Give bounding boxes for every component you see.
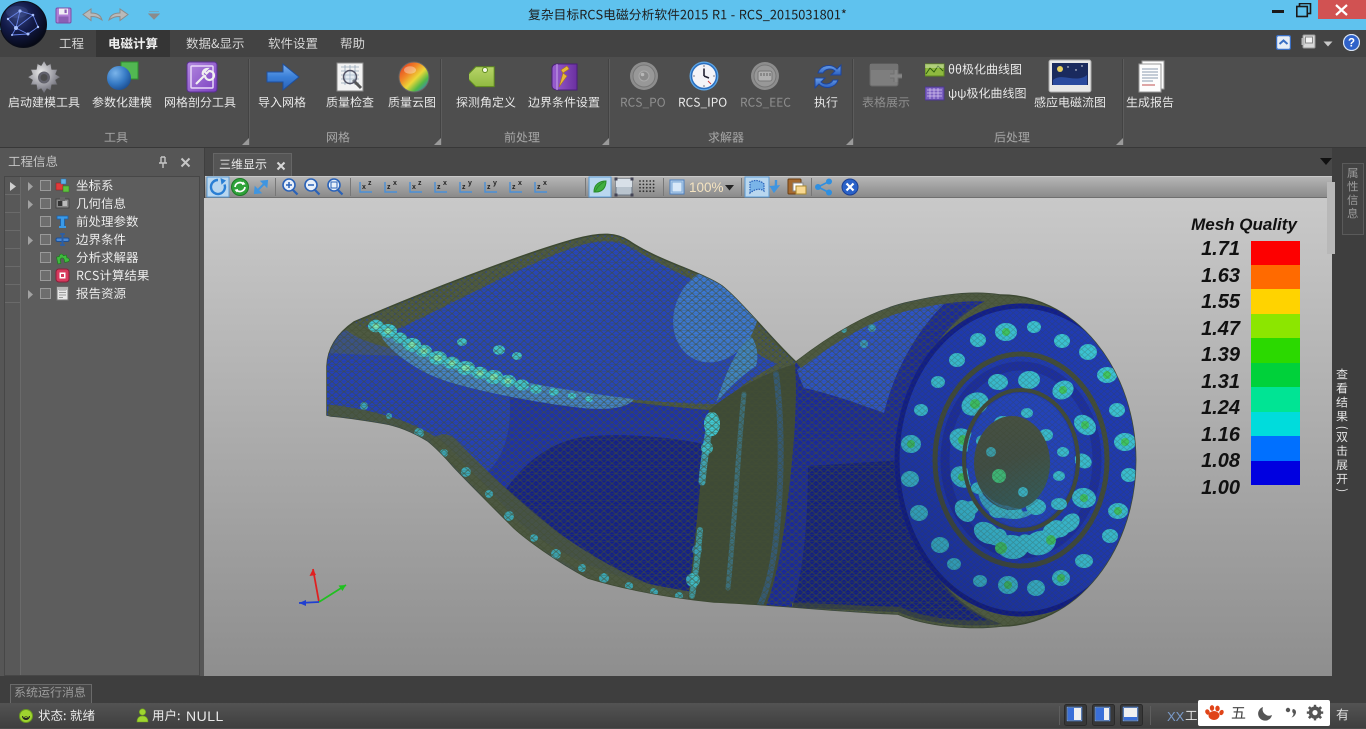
svg-text:x: x bbox=[443, 180, 447, 187]
svg-text:100%: 100% bbox=[689, 180, 724, 195]
svg-text:x: x bbox=[543, 180, 547, 187]
svg-text:?: ? bbox=[1348, 38, 1355, 50]
svg-text:z: z bbox=[368, 180, 372, 187]
svg-text:x: x bbox=[518, 180, 522, 187]
svg-text:z: z bbox=[537, 184, 541, 191]
svg-text:y: y bbox=[468, 180, 472, 187]
svg-text:z: z bbox=[387, 184, 391, 191]
svg-text:z: z bbox=[462, 184, 466, 191]
svg-text:y: y bbox=[493, 180, 497, 187]
svg-text:z: z bbox=[487, 184, 491, 191]
svg-text:z: z bbox=[437, 184, 441, 191]
svg-text:x: x bbox=[393, 180, 397, 187]
svg-text:x: x bbox=[412, 184, 416, 191]
svg-text:z: z bbox=[512, 184, 516, 191]
svg-text:x: x bbox=[362, 184, 366, 191]
svg-text:z: z bbox=[418, 180, 422, 187]
